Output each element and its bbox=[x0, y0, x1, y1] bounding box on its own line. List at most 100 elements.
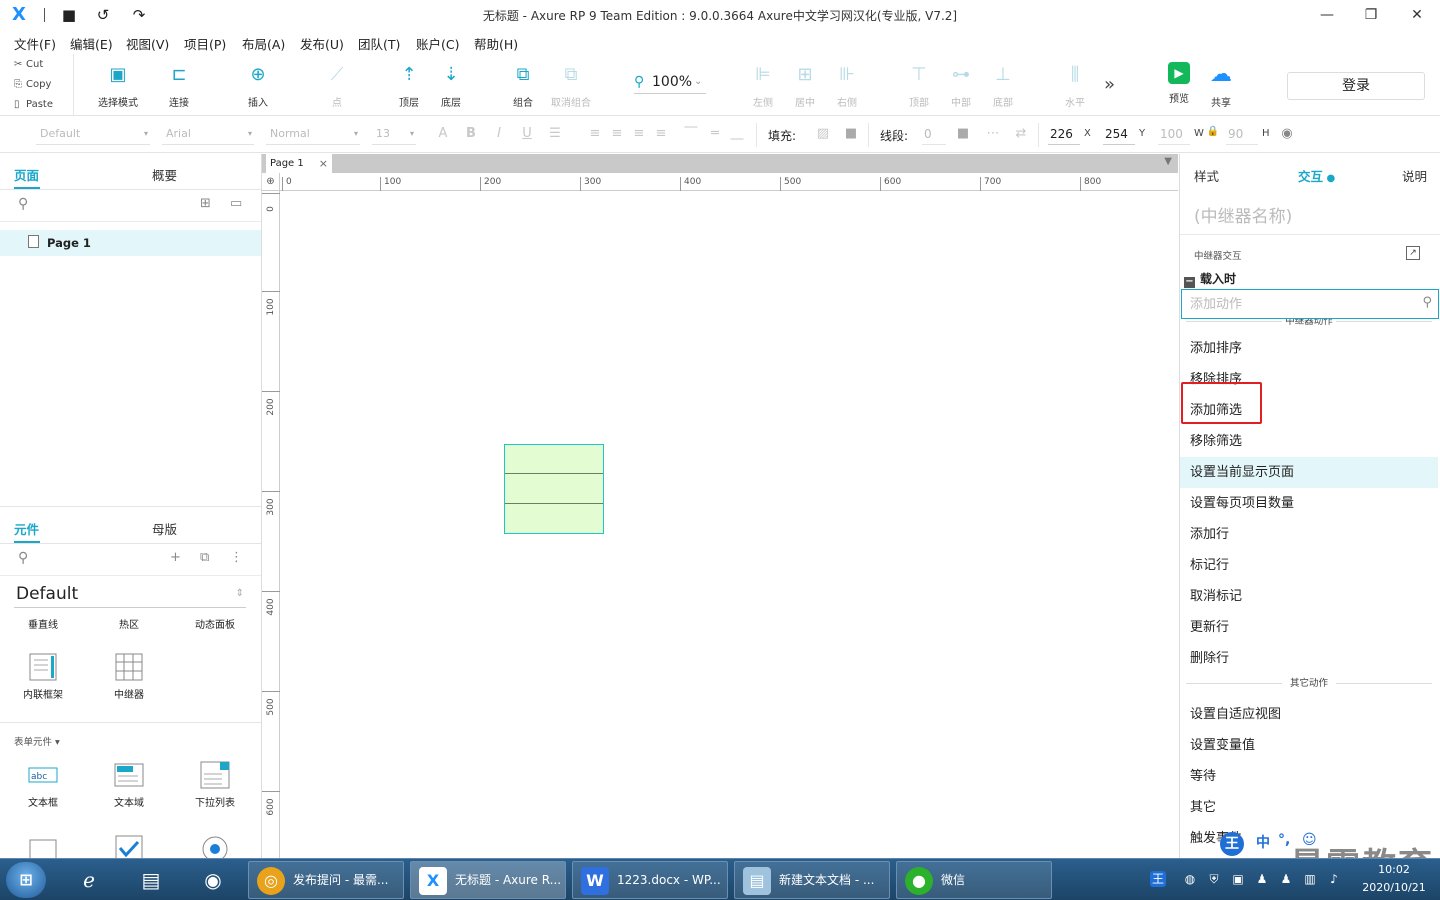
width-input[interactable]: 100 bbox=[1158, 125, 1190, 145]
menu-layout[interactable]: 布局(A) bbox=[242, 34, 285, 53]
on-load-event[interactable]: − 载入时 bbox=[1184, 270, 1236, 288]
close-button[interactable]: ✕ bbox=[1394, 0, 1440, 30]
align-text-right-icon[interactable]: ≡ bbox=[630, 126, 648, 141]
page-tab[interactable]: Page 1 × bbox=[266, 154, 332, 173]
widget-vertical-line[interactable]: 垂直线 bbox=[0, 616, 86, 631]
maximize-button[interactable]: ❐ bbox=[1348, 0, 1394, 30]
add-action-input[interactable] bbox=[1190, 295, 1410, 313]
align-right-button[interactable]: ⊪ 右侧 bbox=[819, 62, 875, 110]
font-weight-select[interactable]: Normal ▾ bbox=[266, 125, 360, 145]
action-add-rows[interactable]: 添加行 bbox=[1180, 519, 1438, 550]
taskbar-notepad[interactable]: ▤ 新建文本文档 - ... bbox=[734, 861, 890, 899]
menu-help[interactable]: 帮助(H) bbox=[474, 34, 518, 53]
insert-button[interactable]: ⊕ 插入 bbox=[230, 62, 286, 110]
action-mark-rows[interactable]: 标记行 bbox=[1180, 550, 1438, 581]
wechat-tray-icon[interactable]: ◍ bbox=[1182, 871, 1198, 887]
bullet-list-icon[interactable]: ☰ bbox=[546, 126, 564, 141]
more-options-icon[interactable]: ⋮ bbox=[230, 550, 243, 565]
connect-button[interactable]: ⊏ 连接 bbox=[151, 62, 207, 110]
widget-inline-frame[interactable]: 内联框架 bbox=[0, 652, 86, 701]
action-unmark-rows[interactable]: 取消标记 bbox=[1180, 581, 1438, 612]
align-bottom-button[interactable]: ⊥ 底部 bbox=[975, 62, 1031, 110]
valign-bottom-icon[interactable]: ⎽ bbox=[728, 126, 746, 141]
login-button[interactable]: 登录 bbox=[1287, 72, 1425, 100]
widget-text-area[interactable]: 文本域 bbox=[86, 760, 172, 809]
line-color-icon[interactable]: ■ bbox=[954, 126, 972, 141]
tab-notes[interactable]: 说明 bbox=[1402, 166, 1427, 185]
align-text-left-icon[interactable]: ≡ bbox=[586, 126, 604, 141]
line-width-input[interactable]: 0 bbox=[922, 125, 946, 145]
share-button[interactable]: ☁ 共享 bbox=[1193, 62, 1249, 110]
select-mode-button[interactable]: ▣ 选择模式 bbox=[90, 62, 146, 110]
tab-masters[interactable]: 母版 bbox=[152, 519, 177, 538]
tabs-dropdown-icon[interactable]: ▼ bbox=[1164, 156, 1172, 167]
more-tools-icon[interactable]: » bbox=[1104, 74, 1115, 95]
widget-checkbox[interactable] bbox=[86, 834, 172, 858]
ime-logo-icon[interactable]: 王 bbox=[1220, 832, 1244, 856]
system-clock[interactable]: 10:02 2020/10/21 bbox=[1354, 861, 1434, 897]
tab-widgets[interactable]: 元件 bbox=[14, 519, 39, 538]
style-select[interactable]: Default ▾ bbox=[36, 125, 150, 145]
action-set-variable[interactable]: 设置变量值 bbox=[1180, 730, 1438, 761]
repeater-widget[interactable] bbox=[504, 444, 604, 534]
tab-pages[interactable]: 页面 bbox=[14, 165, 39, 184]
collapse-icon[interactable]: − bbox=[1184, 277, 1195, 288]
new-window-icon[interactable]: ↗ bbox=[1406, 246, 1420, 260]
widget-repeater[interactable]: 中继器 bbox=[86, 652, 172, 701]
action-add-sort[interactable]: 添加排序 bbox=[1180, 333, 1438, 364]
ime-chinese-toggle[interactable]: 中 bbox=[1256, 832, 1270, 852]
search-icon[interactable]: ⚲ bbox=[18, 196, 28, 212]
tab-style[interactable]: 样式 bbox=[1194, 166, 1219, 185]
action-update-rows[interactable]: 更新行 bbox=[1180, 612, 1438, 643]
menu-edit[interactable]: 编辑(E) bbox=[70, 34, 113, 53]
search-icon[interactable]: ⚲ bbox=[18, 550, 28, 566]
qq2-tray-icon[interactable]: ♟ bbox=[1278, 871, 1294, 887]
ie-icon[interactable]: ℯ bbox=[64, 862, 114, 898]
height-input[interactable]: 90 bbox=[1226, 125, 1258, 145]
widget-dropdown[interactable]: 下拉列表 bbox=[172, 760, 258, 809]
menu-account[interactable]: 账户(C) bbox=[416, 34, 459, 53]
widget-text-field[interactable]: abc 文本框 bbox=[0, 760, 86, 809]
add-page-icon[interactable]: ⊞ bbox=[200, 196, 211, 211]
font-select[interactable]: Arial ▾ bbox=[162, 125, 254, 145]
distribute-horizontal-button[interactable]: ⫼ 水平 bbox=[1047, 62, 1103, 110]
action-set-items-per-page[interactable]: 设置每页项目数量 bbox=[1180, 488, 1438, 519]
add-library-icon[interactable]: + bbox=[170, 550, 181, 565]
volume-tray-icon[interactable]: ♪ bbox=[1326, 871, 1342, 887]
align-text-center-icon[interactable]: ≡ bbox=[608, 126, 626, 141]
underline-icon[interactable]: U bbox=[518, 126, 536, 141]
action-set-current-page[interactable]: 设置当前显示页面 bbox=[1180, 457, 1438, 488]
fill-shadow-icon[interactable]: ■ bbox=[842, 126, 860, 141]
action-wait[interactable]: 等待 bbox=[1180, 761, 1438, 792]
tab-interactions[interactable]: 交互 ● bbox=[1298, 166, 1335, 185]
zoom-select[interactable]: ⚲ 100% ⌄ bbox=[634, 72, 706, 94]
action-other[interactable]: 其它 bbox=[1180, 792, 1438, 823]
action-delete-rows[interactable]: 删除行 bbox=[1180, 643, 1438, 674]
text-color-icon[interactable]: A bbox=[434, 126, 452, 141]
y-input[interactable]: 254 bbox=[1103, 125, 1135, 145]
x-input[interactable]: 226 bbox=[1048, 125, 1080, 145]
menu-publish[interactable]: 发布(U) bbox=[300, 34, 344, 53]
menu-view[interactable]: 视图(V) bbox=[126, 34, 169, 53]
widget-hotspot[interactable]: 热区 bbox=[86, 616, 172, 631]
nvidia-tray-icon[interactable]: ▣ bbox=[1230, 871, 1246, 887]
add-action-search[interactable]: ⚲ bbox=[1181, 289, 1439, 319]
library-copy-icon[interactable]: ⧉ bbox=[200, 550, 209, 565]
widget-list-box[interactable] bbox=[0, 838, 86, 858]
library-select[interactable]: Default ⇕ bbox=[14, 582, 246, 608]
taskbar-axure[interactable]: X 无标题 - Axure R... bbox=[410, 861, 566, 899]
form-widgets-section[interactable]: 表单元件 ▾ bbox=[14, 734, 60, 748]
taskbar-wps[interactable]: W 1223.docx - WP... bbox=[572, 861, 728, 899]
ime-tray-icon[interactable]: 王 bbox=[1150, 871, 1166, 887]
minimize-button[interactable]: — bbox=[1304, 0, 1350, 30]
start-button[interactable]: ⊞ bbox=[6, 862, 46, 898]
copy-button[interactable]: ⎘ Copy bbox=[14, 75, 51, 95]
send-bottom-button[interactable]: ⇣ 底层 bbox=[423, 62, 479, 110]
cut-button[interactable]: ✂ Cut bbox=[14, 55, 43, 75]
action-set-adaptive-view[interactable]: 设置自适应视图 bbox=[1180, 699, 1438, 730]
fill-color-icon[interactable]: ▨ bbox=[814, 126, 832, 141]
line-pattern-icon[interactable]: ⋯ bbox=[984, 126, 1002, 141]
valign-middle-icon[interactable]: ═ bbox=[706, 126, 724, 141]
widget-dynamic-panel[interactable]: 动态面板 bbox=[172, 616, 258, 631]
arrow-style-icon[interactable]: ⇄ bbox=[1012, 126, 1030, 141]
